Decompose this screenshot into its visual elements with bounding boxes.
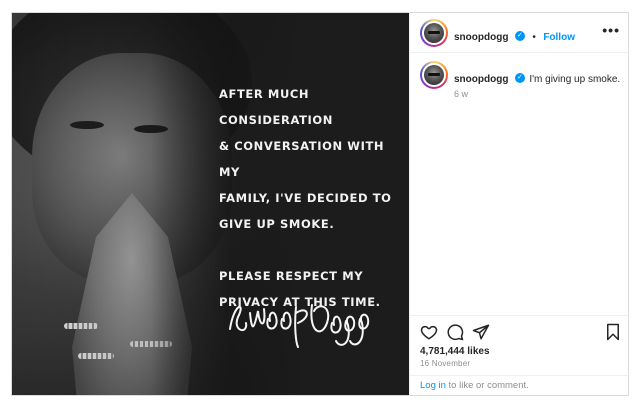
post-date: 16 November bbox=[420, 359, 471, 368]
avatar-image bbox=[424, 65, 444, 85]
login-prompt-text: to like or comment. bbox=[445, 380, 529, 391]
caption-line: snoopdogg ✓ I'm giving up smoke. bbox=[454, 69, 624, 87]
share-icon[interactable] bbox=[472, 323, 490, 341]
quote-line: give up smoke. bbox=[219, 217, 335, 231]
login-prompt: Log in to like or comment. bbox=[410, 375, 630, 395]
post-header: snoopdogg ✓ • Follow ••• bbox=[410, 13, 630, 53]
verified-badge-icon: ✓ bbox=[514, 30, 525, 41]
avatar-ring bbox=[422, 63, 446, 87]
header-user-line: snoopdogg ✓ • Follow bbox=[454, 27, 575, 45]
verified-badge-icon: ✓ bbox=[514, 72, 525, 83]
caption-username[interactable]: snoopdogg bbox=[454, 74, 508, 85]
quote-line: & conversation with my bbox=[219, 139, 385, 179]
quote-gap bbox=[219, 237, 409, 263]
action-bar bbox=[410, 315, 630, 343]
login-link[interactable]: Log in bbox=[420, 380, 446, 391]
post-image[interactable]: After much consideration & conversation … bbox=[12, 13, 409, 395]
quote-line: After much consideration bbox=[219, 87, 333, 127]
header-separator: • bbox=[532, 32, 536, 43]
post-time[interactable]: 6 w bbox=[454, 89, 468, 99]
signature-image bbox=[229, 304, 370, 348]
header-username[interactable]: snoopdogg bbox=[454, 32, 508, 43]
more-options-button[interactable]: ••• bbox=[602, 23, 620, 37]
avatar[interactable] bbox=[420, 61, 448, 89]
caption-text: I'm giving up smoke. bbox=[529, 74, 621, 85]
follow-button[interactable]: Follow bbox=[543, 32, 575, 43]
avatar-image bbox=[424, 23, 444, 43]
instagram-post: After much consideration & conversation … bbox=[11, 12, 630, 396]
post-quote: After much consideration & conversation … bbox=[219, 81, 409, 315]
bookmark-icon[interactable] bbox=[604, 323, 622, 341]
avatar[interactable] bbox=[420, 19, 448, 47]
comment-icon[interactable] bbox=[446, 323, 464, 341]
quote-line: family, I've decided to bbox=[219, 191, 392, 205]
post-sidebar: snoopdogg ✓ • Follow ••• snoopdogg ✓ I'm… bbox=[409, 13, 630, 395]
likes-count[interactable]: 4,781,444 likes bbox=[420, 346, 490, 357]
heart-icon[interactable] bbox=[420, 323, 438, 341]
avatar-ring bbox=[422, 21, 446, 45]
